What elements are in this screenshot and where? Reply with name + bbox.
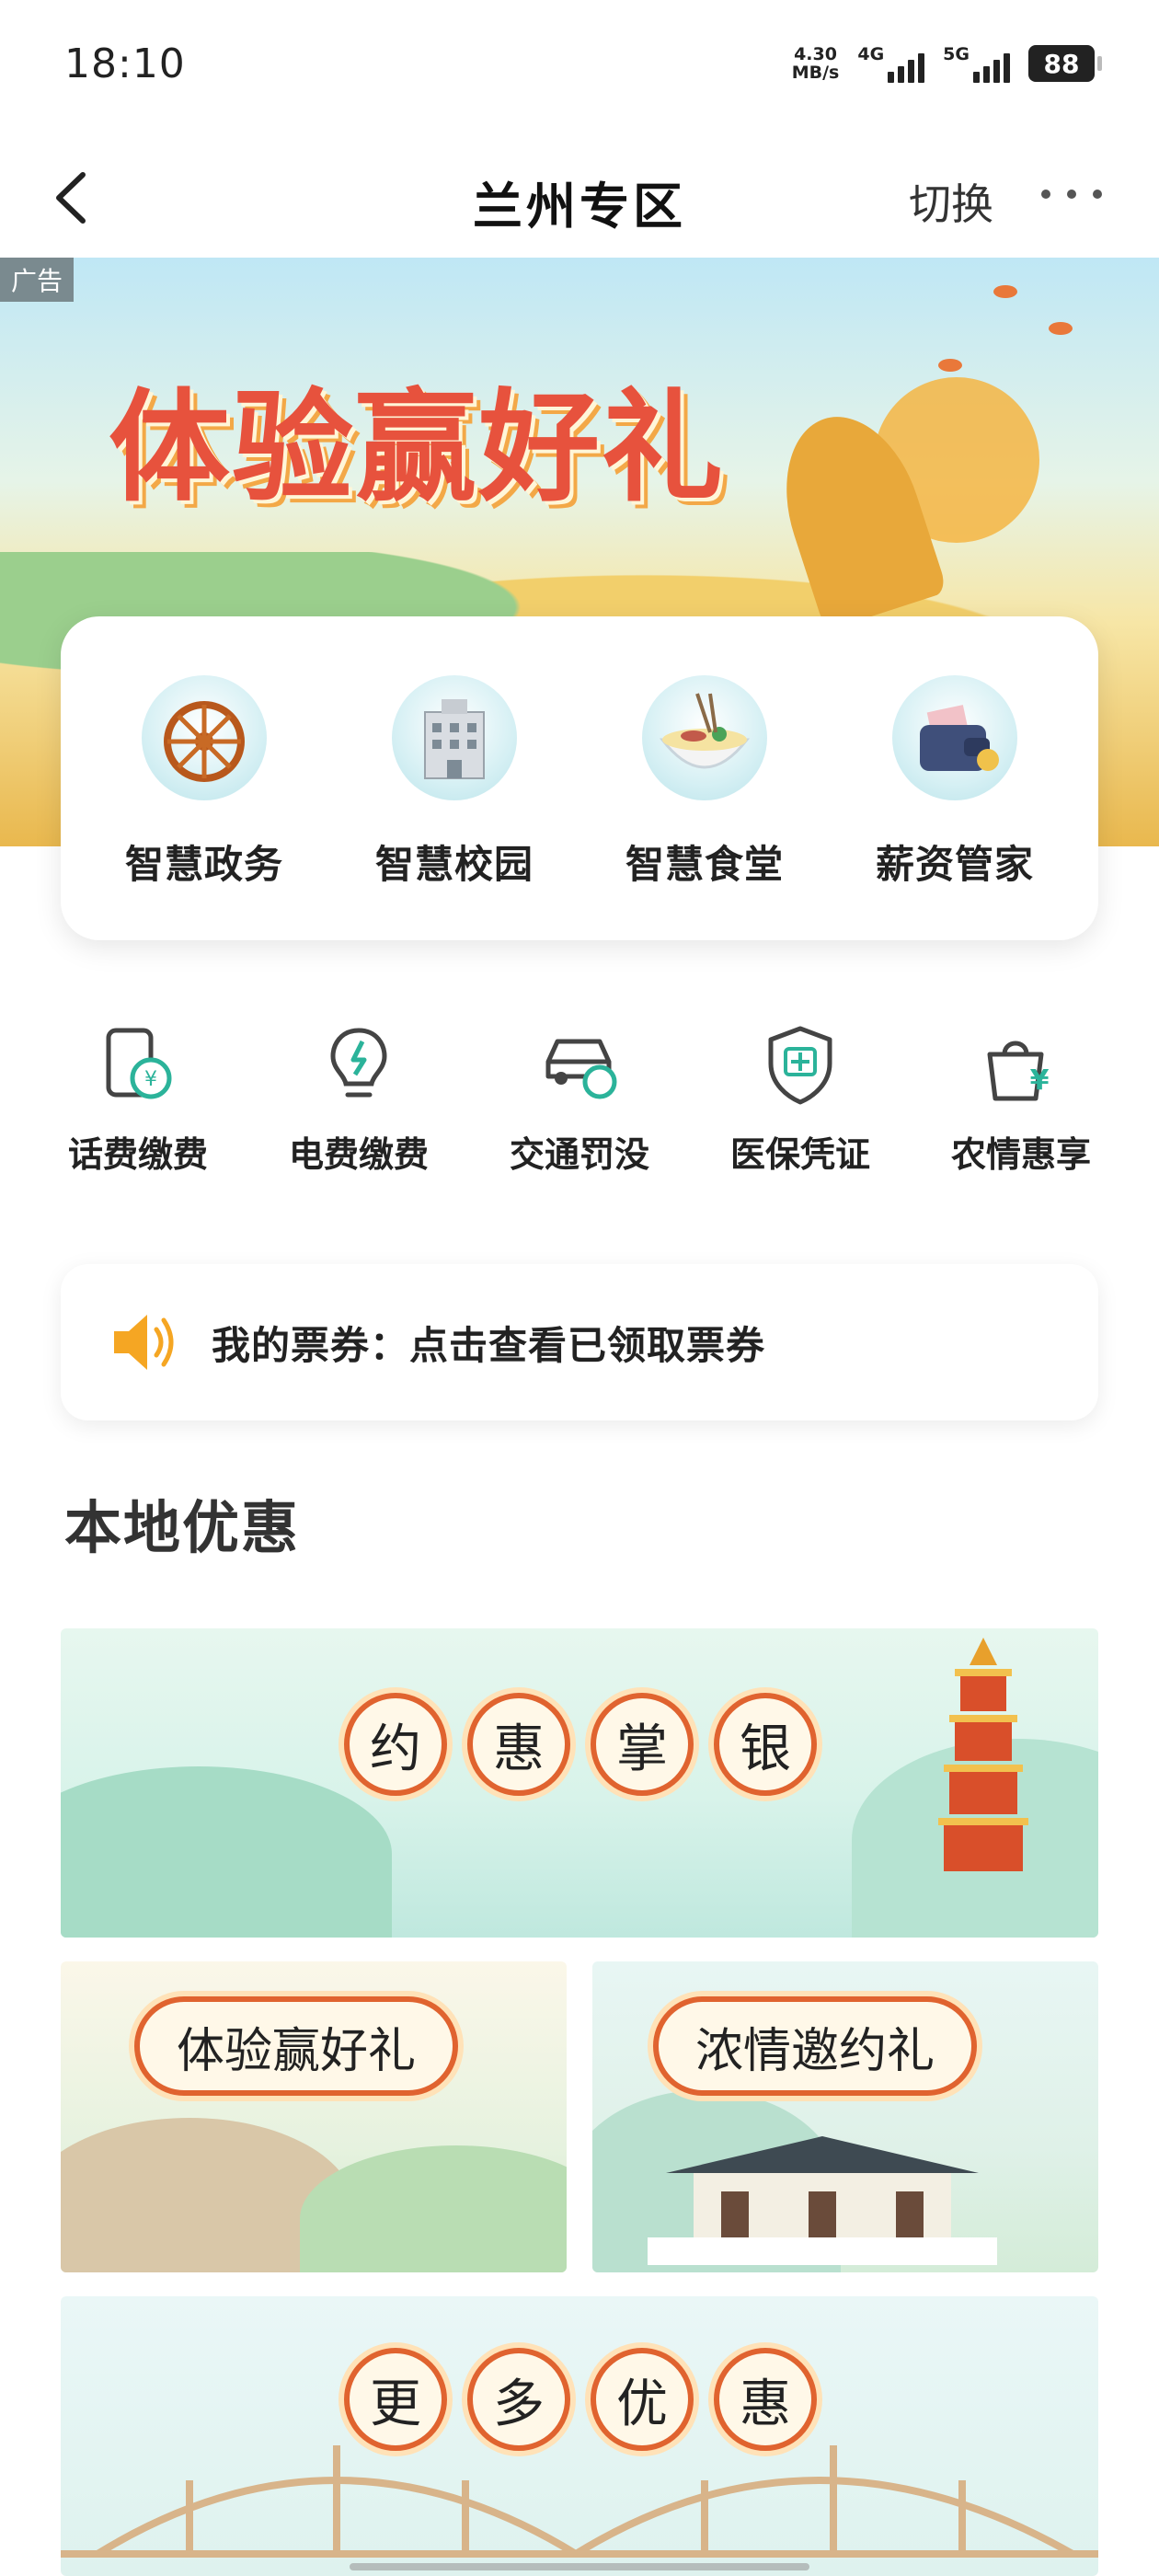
ticket-notice-text: 我的票券：点击查看已领取票券 — [212, 1322, 766, 1368]
noodle-bowl-icon — [642, 675, 767, 800]
switch-city-button[interactable]: 切换 — [909, 171, 993, 232]
leaf-decoration — [938, 359, 962, 372]
leaf-decoration — [993, 285, 1017, 298]
service-agri-benefit[interactable]: ¥ 农情惠享 — [911, 1021, 1131, 1177]
banner-char: 更 — [344, 2348, 447, 2451]
hero-headline: 体验赢好礼 — [109, 376, 725, 519]
feature-label: 薪资管家 — [875, 842, 1034, 887]
service-medical-insurance[interactable]: 医保凭证 — [690, 1021, 911, 1177]
banner-char: 惠 — [714, 2348, 817, 2451]
service-label: 电费缴费 — [288, 1134, 429, 1175]
school-building-icon — [392, 675, 517, 800]
waterwheel-icon — [142, 675, 267, 800]
speaker-icon — [114, 1315, 174, 1370]
promo-banner-main[interactable]: 约 惠 掌 银 — [61, 1628, 1098, 1938]
lightbulb-icon — [330, 1028, 387, 1098]
promo-banner-more[interactable]: 更 多 优 惠 — [61, 2296, 1098, 2576]
signal-bars-icon — [973, 52, 1010, 83]
signal-5g-label: 5G — [943, 44, 970, 64]
pavilion-illustration — [648, 2136, 997, 2265]
phone-bill-icon: ¥ — [106, 1028, 172, 1099]
service-label: 农情惠享 — [950, 1134, 1091, 1175]
car-fine-icon — [545, 1039, 617, 1099]
banner-pill-label: 浓情邀约礼 — [653, 1996, 978, 2096]
banner-char: 优 — [591, 2348, 694, 2451]
feature-smart-canteen[interactable]: 智慧食堂 — [594, 675, 815, 940]
service-label: 话费缴费 — [67, 1134, 208, 1175]
wallet-icon — [892, 675, 1017, 800]
svg-text:¥: ¥ — [1030, 1064, 1050, 1097]
status-bar: 18:10 4.30 MB/s 4G 5G 88 — [0, 0, 1159, 138]
network-speed: 4.30 MB/s — [792, 45, 840, 82]
shopping-bag-icon: ¥ — [987, 1041, 1050, 1101]
service-label: 医保凭证 — [729, 1134, 870, 1175]
ad-badge: 广告 — [0, 258, 75, 302]
medical-shield-icon — [768, 1026, 832, 1105]
banner-char-row: 约 惠 掌 银 — [344, 1693, 817, 1796]
battery-level: 88 — [1043, 48, 1080, 79]
signal-bars-icon — [888, 52, 925, 83]
status-indicators: 4.30 MB/s 4G 5G 88 — [792, 44, 1102, 83]
signal-5g: 5G — [943, 44, 1010, 83]
banner-char: 银 — [714, 1693, 817, 1796]
feature-label: 智慧食堂 — [625, 842, 784, 887]
svg-text:¥: ¥ — [144, 1068, 157, 1091]
signal-4g-label: 4G — [857, 44, 885, 64]
promo-banner-invite[interactable]: 浓情邀约礼 — [592, 1961, 1098, 2272]
ticket-notice-bar[interactable]: 我的票券：点击查看已领取票券 — [61, 1264, 1098, 1420]
pagoda-illustration — [938, 1638, 1028, 1871]
feature-card: 智慧政务 智慧校园 智慧食堂 薪资管家 — [61, 616, 1098, 940]
banner-char: 约 — [344, 1693, 447, 1796]
promo-banner-experience[interactable]: 体验赢好礼 — [61, 1961, 567, 2272]
home-indicator[interactable] — [350, 2563, 809, 2570]
service-traffic-fine[interactable]: 交通罚没 — [469, 1021, 690, 1177]
mountain-illustration — [300, 2145, 567, 2272]
banner-char: 多 — [467, 2348, 570, 2451]
service-electricity-bill[interactable]: 电费缴费 — [248, 1021, 469, 1177]
banner-char: 惠 — [467, 1693, 570, 1796]
battery-icon: 88 — [1028, 45, 1102, 82]
banner-char-row: 更 多 优 惠 — [344, 2348, 817, 2451]
mountain-illustration — [61, 1766, 392, 1938]
feature-label: 智慧校园 — [374, 842, 534, 887]
leaf-decoration — [1049, 322, 1073, 335]
service-phone-bill[interactable]: ¥ 话费缴费 — [28, 1021, 248, 1177]
banner-char: 掌 — [591, 1693, 694, 1796]
status-time: 18:10 — [64, 40, 186, 87]
feature-label: 智慧政务 — [124, 842, 283, 887]
service-label: 交通罚没 — [509, 1134, 649, 1175]
more-dots-icon[interactable] — [1041, 190, 1102, 199]
signal-4g: 4G — [857, 44, 925, 83]
feature-smart-campus[interactable]: 智慧校园 — [344, 675, 565, 940]
network-speed-value: 4.30 — [794, 44, 837, 64]
network-speed-unit: MB/s — [791, 63, 840, 83]
nav-bar: 兰州专区 切换 — [0, 138, 1159, 258]
banner-pill-label: 体验赢好礼 — [134, 1996, 459, 2096]
feature-salary-manager[interactable]: 薪资管家 — [844, 675, 1065, 940]
feature-smart-government[interactable]: 智慧政务 — [94, 675, 315, 940]
service-row: ¥ 话费缴费 电费缴费 交通罚没 医保凭证 ¥ 农情惠享 — [28, 1021, 1131, 1177]
section-title-local-deals: 本地优惠 — [64, 1494, 301, 1561]
